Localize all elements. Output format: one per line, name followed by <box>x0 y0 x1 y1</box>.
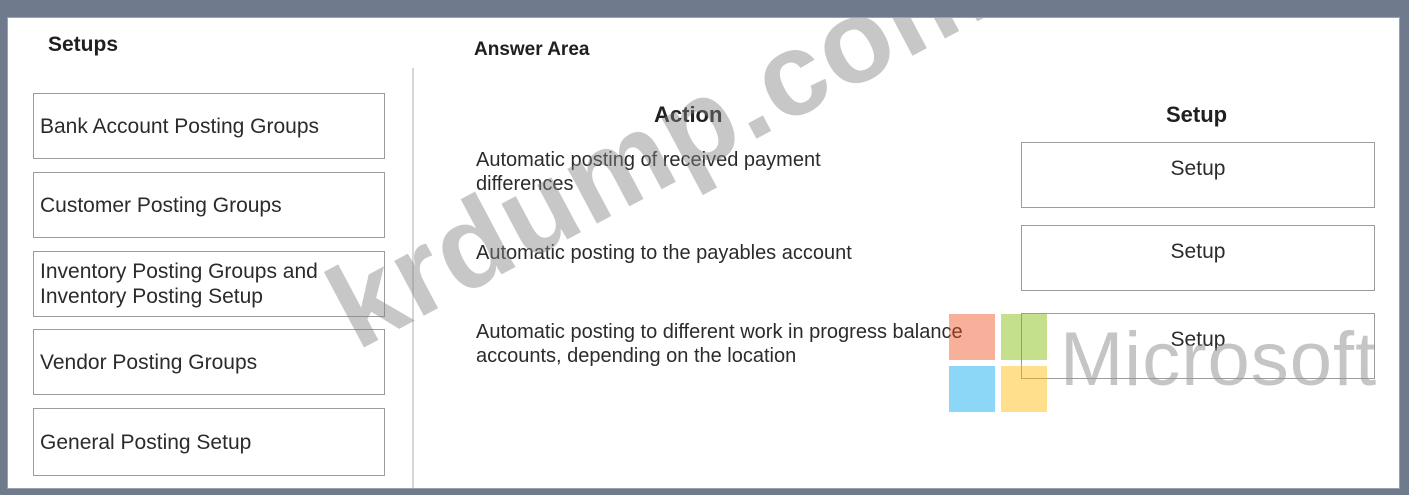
action-text-wip-balance-accounts: Automatic posting to different work in p… <box>476 321 963 367</box>
logo-square-green <box>1001 314 1047 360</box>
setup-option-inventory-posting-groups[interactable]: Inventory Posting Groups and Inventory P… <box>33 251 385 317</box>
setup-option-vendor-posting-groups[interactable]: Vendor Posting Groups <box>33 329 385 395</box>
setup-drop-slot-2[interactable]: Setup <box>1021 225 1375 291</box>
setup-option-bank-account-posting-groups[interactable]: Bank Account Posting Groups <box>33 93 385 159</box>
answer-area-title: Answer Area <box>474 39 590 60</box>
exam-drag-drop-panel: Setups Bank Account Posting Groups Custo… <box>7 17 1400 489</box>
panel-divider <box>412 68 414 488</box>
action-text-payment-differences: Automatic posting of received payment di… <box>476 149 821 195</box>
setup-option-customer-posting-groups[interactable]: Customer Posting Groups <box>33 172 385 238</box>
setups-title: Setups <box>48 33 119 56</box>
setup-drop-slot-1[interactable]: Setup <box>1021 142 1375 208</box>
action-column-header: Action <box>654 102 723 127</box>
logo-square-red <box>949 314 995 360</box>
action-text-payables-account: Automatic posting to the payables accoun… <box>476 242 852 264</box>
logo-square-yellow <box>1001 366 1047 412</box>
microsoft-logo-icon <box>949 314 1053 414</box>
microsoft-watermark-text: Microsoft <box>1060 317 1378 402</box>
setup-option-general-posting-setup[interactable]: General Posting Setup <box>33 408 385 476</box>
setup-column-header: Setup <box>1166 102 1228 127</box>
logo-square-blue <box>949 366 995 412</box>
